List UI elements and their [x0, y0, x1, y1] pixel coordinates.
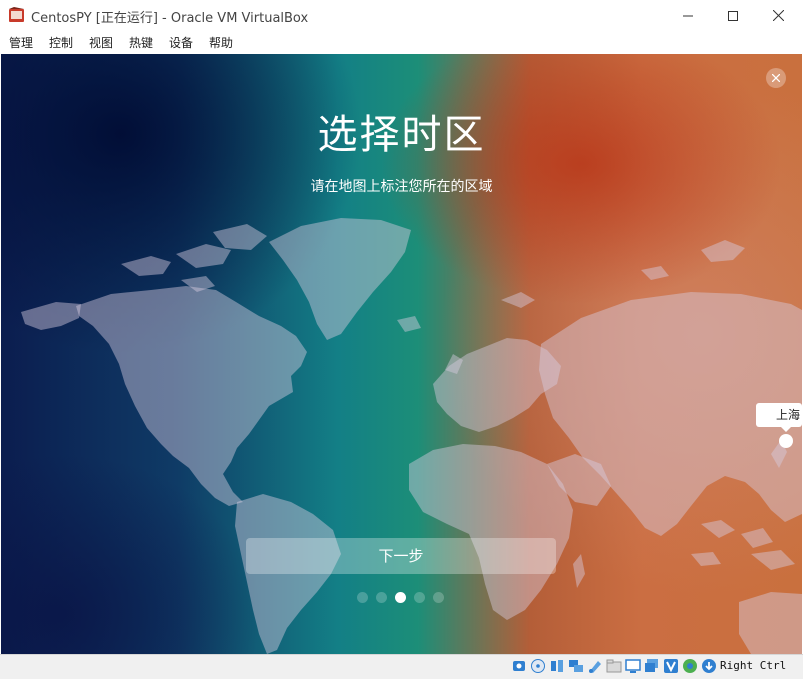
selected-city-label: 上海 [756, 403, 802, 427]
display-icon[interactable] [625, 658, 641, 674]
close-icon [772, 10, 784, 21]
minimize-icon [683, 15, 693, 16]
host-key-label: Right Ctrl [720, 659, 787, 672]
virtualbox-icon [9, 7, 24, 22]
step-dot-current [395, 592, 406, 603]
map-greenland[interactable] [269, 218, 411, 340]
mouse-integration-icon[interactable] [682, 658, 698, 674]
vm-statusbar: Right Ctrl [0, 654, 803, 679]
optical-drive-icon[interactable] [530, 658, 546, 674]
next-button[interactable]: 下一步 [246, 538, 556, 574]
menu-control[interactable]: 控制 [49, 34, 73, 51]
step-dot [433, 592, 444, 603]
page-subtitle: 请在地图上标注您所在的区域 [310, 179, 493, 195]
window-title: CentosPY [正在运行] - Oracle VM VirtualBox [31, 11, 309, 26]
menubar: 管理 控制 视图 热键 设备 帮助 [0, 31, 803, 53]
close-icon [772, 74, 780, 82]
audio-icon[interactable] [549, 658, 565, 674]
timezone-marker[interactable] [779, 434, 793, 448]
shared-folders-icon[interactable] [606, 658, 622, 674]
video-capture-icon[interactable] [644, 658, 660, 674]
window-titlebar[interactable]: CentosPY [正在运行] - Oracle VM VirtualBox [0, 0, 803, 31]
vm-display[interactable]: 选择时区 请在地图上标注您所在的区域 上海 下一步 [1, 54, 802, 654]
page-title: 选择时区 [317, 112, 486, 158]
installer-close-button[interactable] [766, 68, 786, 88]
virtualization-icon[interactable] [663, 658, 679, 674]
step-dot [376, 592, 387, 603]
map-north-america[interactable] [76, 286, 307, 506]
menu-devices[interactable]: 设备 [169, 34, 193, 51]
menu-hotkeys[interactable]: 热键 [129, 34, 153, 51]
network-icon[interactable] [568, 658, 584, 674]
maximize-button[interactable] [710, 0, 756, 31]
menu-view[interactable]: 视图 [89, 34, 113, 51]
label-pointer [781, 427, 791, 432]
usb-icon[interactable] [587, 658, 603, 674]
minimize-button[interactable] [665, 0, 711, 31]
keyboard-icon[interactable] [701, 658, 717, 674]
menu-help[interactable]: 帮助 [209, 34, 233, 51]
close-button[interactable] [755, 0, 801, 31]
step-dot [357, 592, 368, 603]
map-australia[interactable] [739, 592, 802, 654]
maximize-icon [728, 10, 738, 21]
hard-disk-icon[interactable] [511, 658, 527, 674]
map-south-america[interactable] [235, 494, 341, 654]
menu-manage[interactable]: 管理 [9, 34, 33, 51]
step-dot [414, 592, 425, 603]
